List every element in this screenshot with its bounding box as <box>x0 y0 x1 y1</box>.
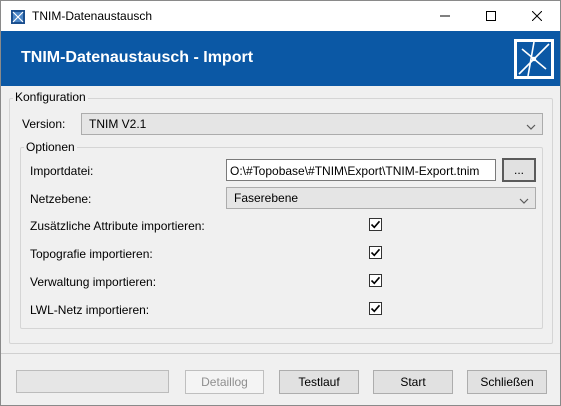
option-label-verwaltung: Verwaltung importieren: <box>30 275 157 289</box>
chevron-down-icon <box>519 194 529 204</box>
title-bar[interactable]: TNIM-Datenaustausch <box>1 1 560 31</box>
chevron-down-icon <box>526 120 536 130</box>
close-icon <box>532 11 542 21</box>
checkmark-icon <box>370 220 381 229</box>
option-checkbox-topografie[interactable] <box>369 246 382 259</box>
importdatei-field[interactable]: O:\#Topobase\#TNIM\Export\TNIM-Export.tn… <box>226 159 496 181</box>
schliessen-button[interactable]: Schließen <box>467 370 547 394</box>
browse-button[interactable]: ... <box>502 158 536 182</box>
minimize-button[interactable] <box>422 1 468 31</box>
option-checkbox-verwaltung[interactable] <box>369 274 382 287</box>
page-title: TNIM-Datenaustausch - Import <box>21 49 254 66</box>
progress-bar <box>16 370 169 393</box>
version-value: TNIM V2.1 <box>89 117 147 131</box>
maximize-button[interactable] <box>468 1 514 31</box>
importdatei-value: O:\#Topobase\#TNIM\Export\TNIM-Export.tn… <box>230 164 480 178</box>
option-checkbox-zusaetzliche-attribute[interactable] <box>369 218 382 231</box>
netzebene-label: Netzebene: <box>30 192 92 206</box>
minimize-icon <box>440 15 450 17</box>
netzebene-value: Faserebene <box>234 191 299 205</box>
option-label-lwl-netz: LWL-Netz importieren: <box>30 303 150 317</box>
option-label-zusaetzliche-attribute: Zusätzliche Attribute importieren: <box>30 219 205 233</box>
start-button[interactable]: Start <box>373 370 453 394</box>
close-button[interactable] <box>514 1 560 31</box>
footer-separator <box>1 353 560 354</box>
maximize-icon <box>486 11 496 21</box>
importdatei-label: Importdatei: <box>30 164 94 178</box>
detaillog-button[interactable]: Detaillog <box>185 370 264 394</box>
option-checkbox-lwl-netz[interactable] <box>369 302 382 315</box>
tnim-app-icon <box>10 9 26 25</box>
checkmark-icon <box>370 248 381 257</box>
checkmark-icon <box>370 276 381 285</box>
checkmark-icon <box>370 304 381 313</box>
testlauf-button[interactable]: Testlauf <box>279 370 359 394</box>
app-window: TNIM-Datenaustausch TNIM-Datenaustausch … <box>0 0 561 406</box>
option-label-topografie: Topografie importieren: <box>30 247 153 261</box>
window-title: TNIM-Datenaustausch <box>32 9 153 23</box>
tnim-logo-icon <box>514 39 554 79</box>
optionen-legend: Optionen <box>24 140 77 154</box>
netzebene-select[interactable]: Faserebene <box>226 187 536 209</box>
version-label: Version: <box>22 117 66 131</box>
konfiguration-legend: Konfiguration <box>13 90 88 104</box>
header-banner: TNIM-Datenaustausch - Import <box>1 31 560 86</box>
version-select[interactable]: TNIM V2.1 <box>81 113 543 135</box>
